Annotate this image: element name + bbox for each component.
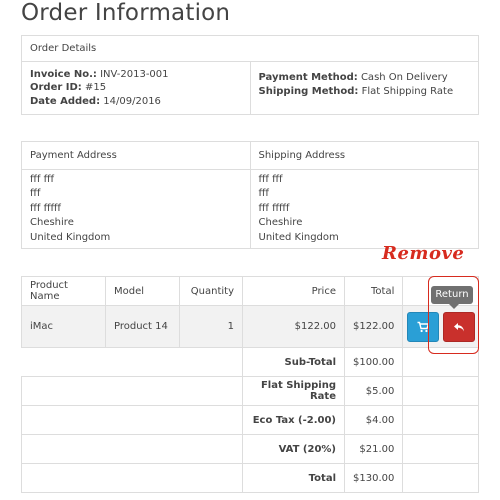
method-info-cell: Payment Method: Cash On Delivery Shippin… xyxy=(249,61,479,115)
totals-row: Flat Shipping Rate $5.00 xyxy=(21,376,479,406)
product-model: Product 14 xyxy=(105,305,180,348)
product-actions xyxy=(402,305,479,348)
product-total: $122.00 xyxy=(343,305,404,348)
totals-row: Eco Tax (-2.00) $4.00 xyxy=(21,405,479,435)
column-header-model: Model xyxy=(105,276,180,306)
order-info-cell: Invoice No.: INV-2013-001 Order ID: #15 … xyxy=(21,61,251,115)
page-title: Order Information xyxy=(21,0,231,26)
shipping-method-value: Flat Shipping Rate xyxy=(361,85,454,97)
total-value: $100.00 xyxy=(343,347,404,377)
address-line: fff fff xyxy=(258,173,283,185)
invoice-label: Invoice No.: xyxy=(30,68,97,80)
column-header-total: Total xyxy=(343,276,404,306)
total-label: Flat Shipping Rate xyxy=(242,376,345,406)
total-value: $21.00 xyxy=(343,434,404,464)
payment-method-value: Cash On Delivery xyxy=(360,72,448,83)
table-row: iMac Product 14 1 $122.00 $122.00 xyxy=(21,305,479,348)
product-price: $122.00 xyxy=(242,305,345,348)
address-line: fff xyxy=(30,188,41,200)
column-header-quantity: Quantity xyxy=(179,276,243,306)
order-id-label: Order ID: xyxy=(30,82,82,94)
total-label: Eco Tax (-2.00) xyxy=(242,405,345,435)
return-button[interactable] xyxy=(443,311,476,342)
order-id-value: #15 xyxy=(85,82,107,94)
total-label: Total xyxy=(242,463,345,493)
total-value: $5.00 xyxy=(343,376,404,406)
address-line: fff fff xyxy=(30,173,54,185)
totals-row: VAT (20%) $21.00 xyxy=(21,434,479,464)
total-value: $4.00 xyxy=(343,405,404,435)
total-value: $130.00 xyxy=(343,463,404,493)
shipping-address: fff fff fff fff fffff Cheshire United Ki… xyxy=(249,169,479,249)
return-tooltip: Return xyxy=(431,286,473,309)
address-table: Payment Address Shipping Address fff fff… xyxy=(21,141,479,249)
date-added-value: 14/09/2016 xyxy=(103,95,161,107)
address-line: fff xyxy=(258,188,269,200)
address-line: Cheshire xyxy=(30,217,74,229)
product-name: iMac xyxy=(21,305,106,348)
address-line: United Kingdom xyxy=(258,231,339,243)
shopping-cart-icon xyxy=(417,321,430,332)
total-label: Sub-Total xyxy=(242,347,345,377)
shipping-address-header: Shipping Address xyxy=(249,141,479,170)
reply-icon xyxy=(454,322,465,331)
reorder-button[interactable] xyxy=(407,311,440,342)
payment-address: fff fff fff fff fffff Cheshire United Ki… xyxy=(21,169,251,249)
products-table: Product Name Model Quantity Price Total … xyxy=(21,276,479,493)
order-details-header: Order Details xyxy=(21,35,479,62)
payment-address-header: Payment Address xyxy=(21,141,251,170)
address-line: fff fffff xyxy=(30,202,61,214)
totals-row: Sub-Total $100.00 xyxy=(21,347,479,377)
address-line: United Kingdom xyxy=(30,231,111,243)
annotation-remove-label: Remove xyxy=(382,243,465,264)
total-label: VAT (20%) xyxy=(242,434,345,464)
order-details-table: Order Details Invoice No.: INV-2013-001 … xyxy=(21,35,479,115)
totals-row: Total $130.00 xyxy=(21,463,479,493)
column-header-price: Price xyxy=(242,276,345,306)
shipping-method-label: Shipping Method: xyxy=(258,85,359,97)
column-header-product-name: Product Name xyxy=(21,276,106,306)
address-line: Cheshire xyxy=(258,217,303,229)
address-line: fff fffff xyxy=(258,202,290,214)
date-added-label: Date Added: xyxy=(30,95,101,107)
payment-method-label: Payment Method: xyxy=(258,72,358,83)
invoice-value: INV-2013-001 xyxy=(100,68,169,80)
product-quantity: 1 xyxy=(179,305,243,348)
